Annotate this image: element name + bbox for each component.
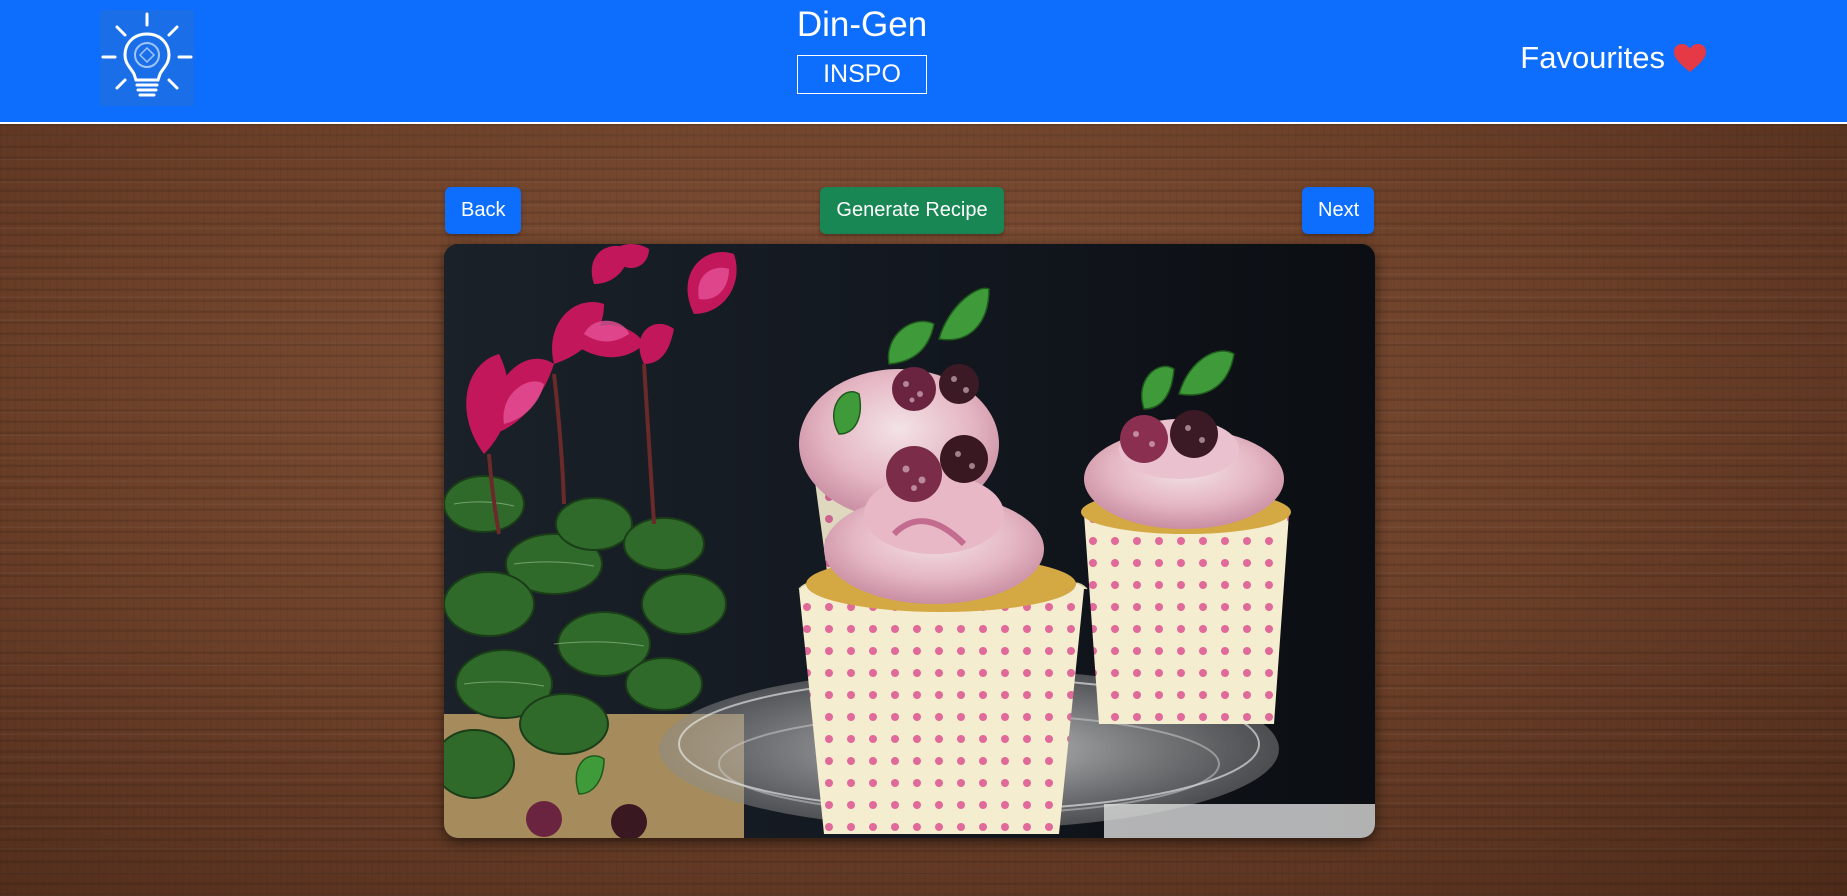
- generate-recipe-button[interactable]: Generate Recipe: [820, 187, 1004, 234]
- back-button[interactable]: Back: [445, 187, 521, 234]
- navbar: Din-Gen INSPO Favourites: [0, 0, 1847, 124]
- inspiration-image: [444, 244, 1375, 838]
- favourites-label: Favourites: [1520, 40, 1665, 75]
- next-button[interactable]: Next: [1302, 187, 1374, 234]
- section-label: INSPO: [797, 55, 927, 94]
- cupcakes-photo: [444, 244, 1375, 838]
- page-title: Din-Gen: [796, 5, 928, 44]
- favourites-link[interactable]: Favourites: [1520, 38, 1707, 78]
- heart-icon: [1673, 43, 1707, 73]
